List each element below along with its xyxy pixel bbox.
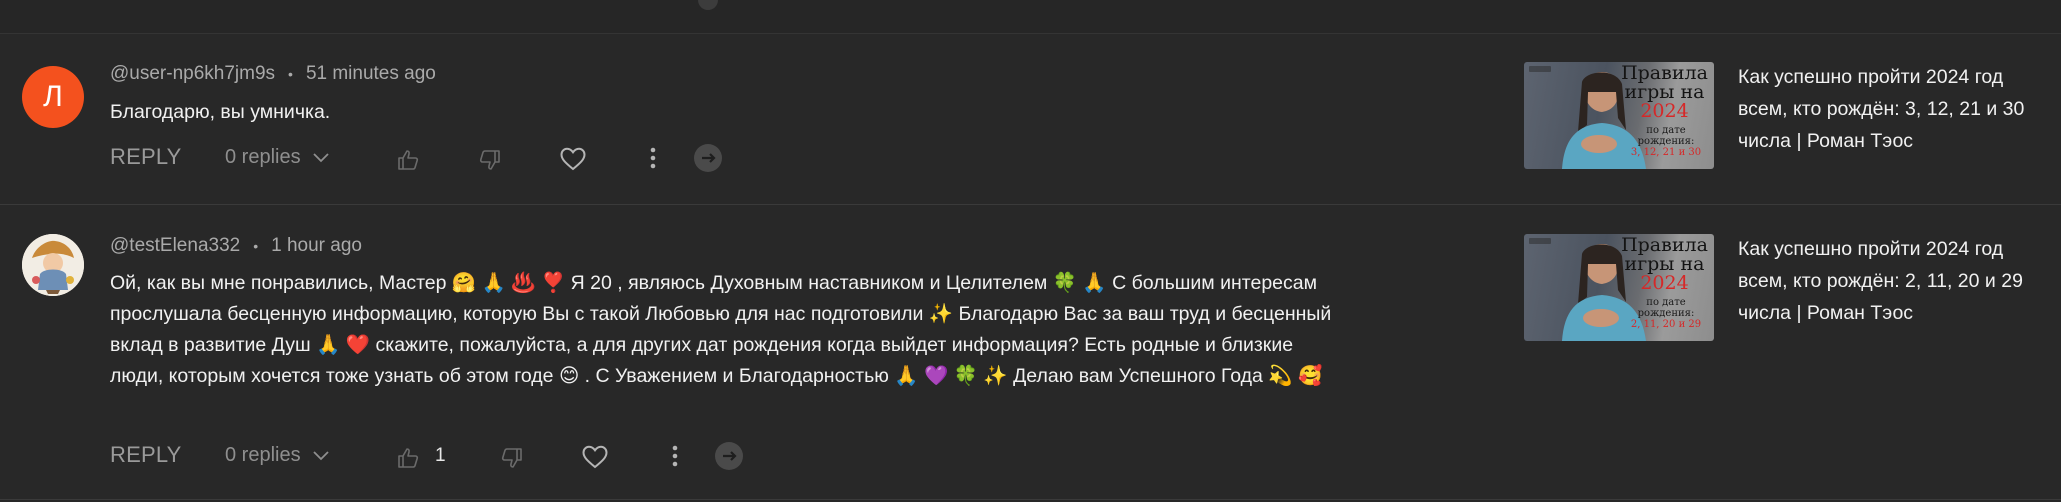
- video-title[interactable]: Как успешно пройти 2024 год всем, кто ро…: [1738, 233, 2028, 329]
- thumbnail-subtitle: по дате рождения: 2, 11, 20 и 29: [1630, 297, 1702, 330]
- avatar[interactable]: Л: [22, 66, 84, 128]
- comment-timestamp[interactable]: 51 minutes ago: [306, 63, 436, 85]
- meta-separator: •: [253, 238, 259, 254]
- thumbnail-title: Правила игры на 2024: [1621, 62, 1708, 122]
- heart-icon[interactable]: [560, 147, 586, 171]
- avatar[interactable]: [22, 234, 84, 296]
- comment-text: Ой, как вы мне понравились, Мастер 🤗 🙏 ♨…: [110, 272, 1332, 387]
- avatar-illustration: [22, 234, 84, 296]
- channel-logo: [1529, 66, 1551, 72]
- previous-comment-strip: [0, 0, 2061, 34]
- chevron-down-icon: [312, 152, 329, 163]
- more-vertical-icon[interactable]: [650, 146, 656, 170]
- comment-text: Благодарю, вы умничка.: [110, 101, 331, 123]
- comment-meta: @testElena332 • 1 hour ago: [110, 233, 362, 259]
- chevron-down-icon: [312, 450, 329, 461]
- thumbnail-title: Правила игры на 2024: [1621, 234, 1708, 294]
- thumbs-down-icon[interactable]: [478, 148, 502, 172]
- meta-separator: •: [288, 66, 293, 82]
- comment-divider: [0, 204, 2061, 205]
- replies-toggle[interactable]: 0 replies: [225, 444, 329, 467]
- thumbs-down-icon[interactable]: [500, 446, 524, 470]
- circle-badge-icon[interactable]: [714, 441, 744, 471]
- comments-page: Л @user-np6kh7jm9s • 51 minutes ago Благ…: [0, 0, 2061, 502]
- reply-button[interactable]: REPLY: [110, 144, 182, 170]
- comment-meta: @user-np6kh7jm9s • 51 minutes ago: [110, 61, 436, 87]
- more-vertical-icon[interactable]: [672, 444, 678, 468]
- comment-username[interactable]: @testElena332: [110, 235, 240, 257]
- video-thumbnail[interactable]: Правила игры на 2024 по дате рождения: 3…: [1524, 62, 1714, 169]
- replies-count: 0 replies: [225, 146, 301, 168]
- like-count: 1: [435, 445, 446, 466]
- reply-button[interactable]: REPLY: [110, 442, 182, 468]
- heart-icon[interactable]: [582, 445, 608, 469]
- thumbs-up-icon[interactable]: [396, 148, 420, 172]
- circle-badge-icon[interactable]: [698, 0, 718, 10]
- comment-divider: [0, 499, 2061, 500]
- channel-logo: [1529, 238, 1551, 244]
- circle-badge-icon[interactable]: [693, 143, 723, 173]
- comment-username[interactable]: @user-np6kh7jm9s: [110, 63, 275, 85]
- video-title[interactable]: Как успешно пройти 2024 год всем, кто ро…: [1738, 61, 2028, 157]
- replies-count: 0 replies: [225, 444, 301, 466]
- comment-actions: REPLY 0 replies 1: [110, 436, 750, 476]
- thumbs-up-icon[interactable]: [396, 446, 420, 470]
- thumbnail-subtitle: по дате рождения: 3, 12, 21 и 30: [1630, 125, 1702, 158]
- comment-actions: REPLY 0 replies: [110, 138, 730, 178]
- replies-toggle[interactable]: 0 replies: [225, 146, 329, 169]
- comment-timestamp[interactable]: 1 hour ago: [271, 235, 362, 257]
- video-thumbnail[interactable]: Правила игры на 2024 по дате рождения: 2…: [1524, 234, 1714, 341]
